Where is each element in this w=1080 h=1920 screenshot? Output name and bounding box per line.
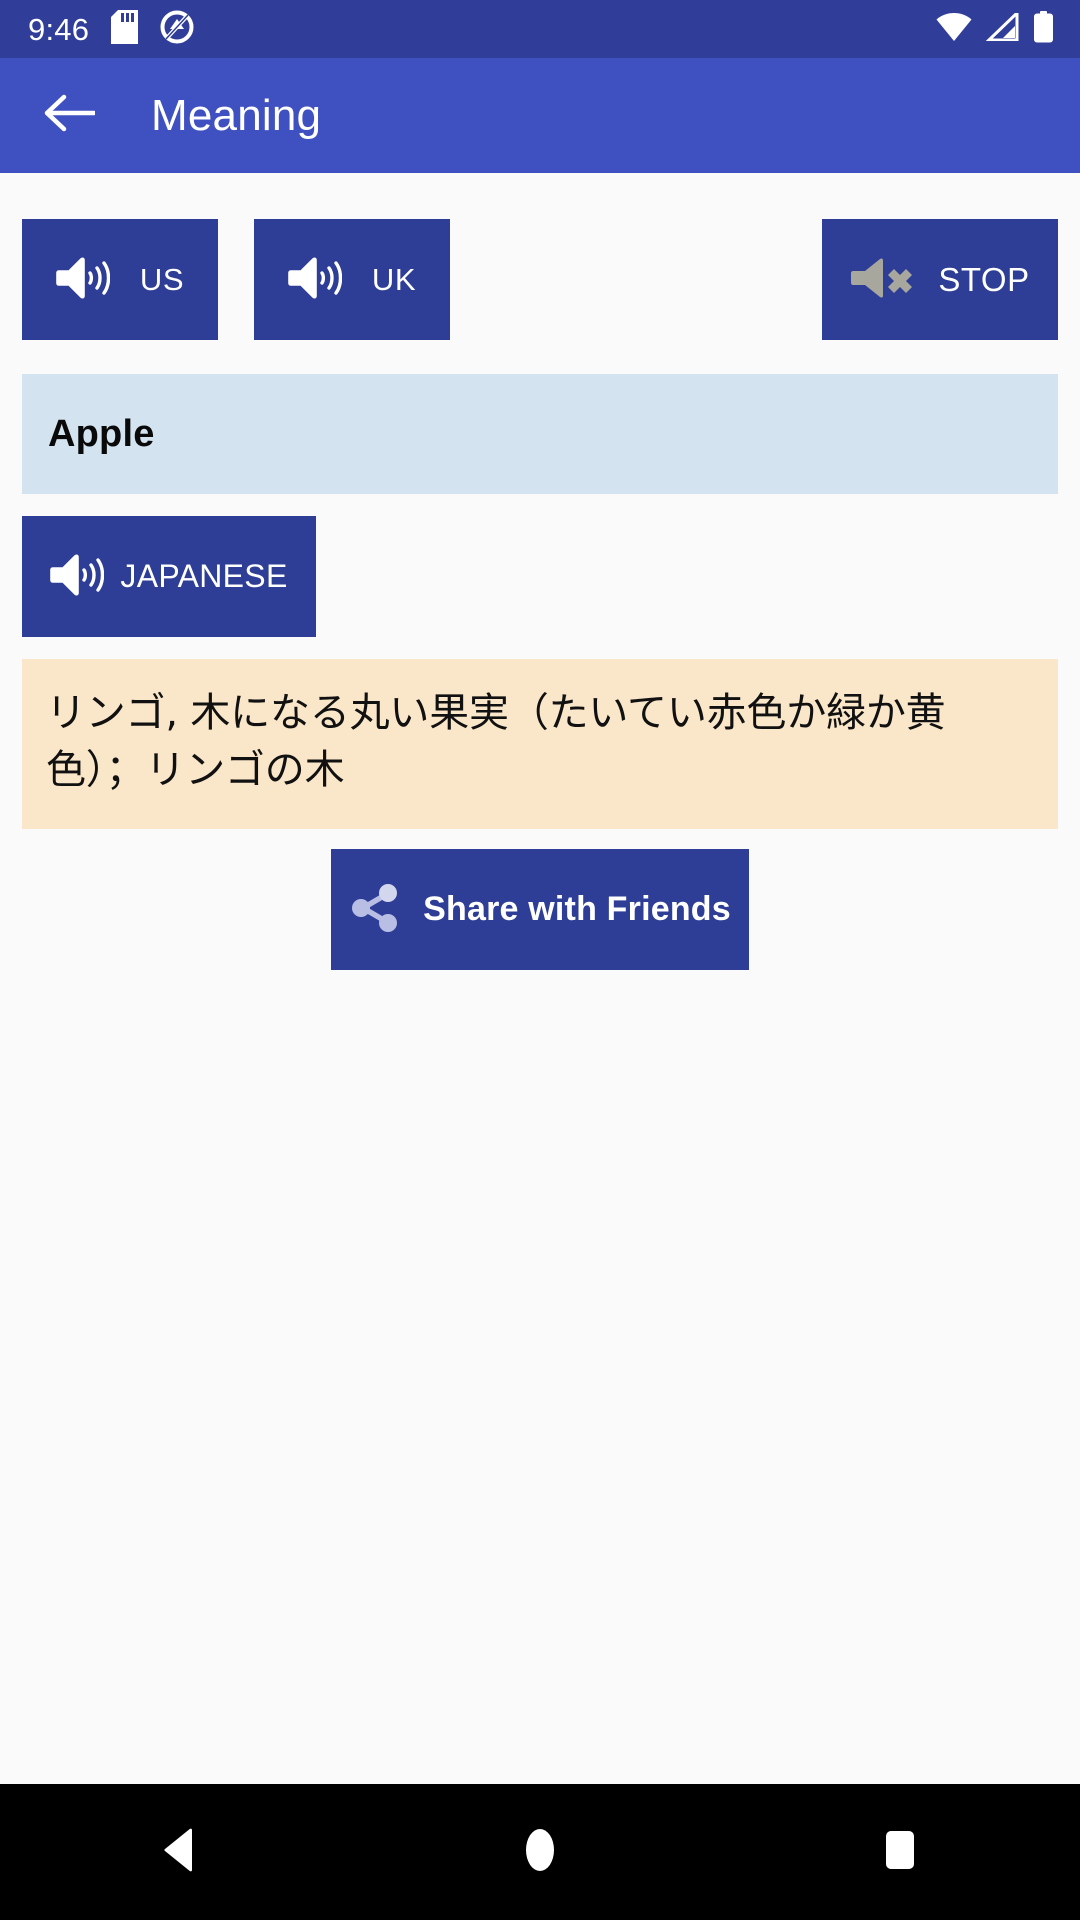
app-screen: 9:46 Meaning US UK STOP Apple JAPANESE リ… bbox=[0, 0, 1080, 1920]
back-triangle-icon bbox=[162, 1828, 198, 1877]
stop-button[interactable]: STOP bbox=[822, 219, 1058, 340]
sd-card-icon bbox=[111, 9, 139, 49]
cellular-signal-icon bbox=[985, 8, 1019, 46]
nav-back-button[interactable] bbox=[120, 1792, 240, 1912]
status-bar-left: 9:46 bbox=[28, 9, 194, 49]
back-arrow-icon bbox=[43, 93, 97, 138]
definition-box: リンゴ, 木になる丸い果実（たいてい赤色か緑か黄色）；リンゴの木 bbox=[22, 659, 1058, 829]
pronunciation-button-row: US UK STOP bbox=[22, 173, 1058, 340]
japanese-pronunciation-button[interactable]: JAPANESE bbox=[22, 516, 316, 637]
volume-mute-icon bbox=[850, 254, 924, 305]
back-button[interactable] bbox=[40, 87, 98, 145]
volume-up-icon bbox=[50, 551, 105, 602]
us-button-label: US bbox=[139, 261, 185, 297]
volume-up-icon bbox=[288, 254, 343, 305]
content-area: US UK STOP Apple JAPANESE リンゴ, 木になる丸い果実（… bbox=[0, 173, 1080, 1784]
status-bar-clock: 9:46 bbox=[28, 11, 90, 47]
nav-home-button[interactable] bbox=[480, 1792, 600, 1912]
status-bar: 9:46 bbox=[0, 0, 1080, 58]
uk-pronunciation-button[interactable]: UK bbox=[254, 219, 450, 340]
us-pronunciation-button[interactable]: US bbox=[22, 219, 218, 340]
share-button-label: Share with Friends bbox=[423, 889, 731, 928]
app-bar: Meaning bbox=[0, 58, 1080, 173]
status-bar-right bbox=[936, 8, 1054, 48]
nav-recents-button[interactable] bbox=[840, 1792, 960, 1912]
uk-button-label: UK bbox=[371, 261, 417, 297]
stop-button-label: STOP bbox=[938, 260, 1030, 298]
do-not-disturb-icon bbox=[160, 10, 194, 49]
share-with-friends-button[interactable]: Share with Friends bbox=[331, 848, 749, 970]
share-button-row: Share with Friends bbox=[22, 848, 1058, 970]
volume-up-icon bbox=[56, 254, 111, 305]
home-circle-icon bbox=[523, 1827, 557, 1878]
battery-icon bbox=[1033, 10, 1054, 48]
wifi-icon bbox=[936, 12, 972, 46]
recents-square-icon bbox=[881, 1827, 919, 1878]
share-nodes-icon bbox=[349, 882, 401, 937]
definition-text: リンゴ, 木になる丸い果実（たいてい赤色か緑か黄色）；リンゴの木 bbox=[46, 690, 946, 793]
page-title: Meaning bbox=[151, 90, 322, 140]
word-text: Apple bbox=[48, 412, 155, 455]
japanese-button-label: JAPANESE bbox=[120, 558, 288, 594]
word-display-box: Apple bbox=[22, 374, 1058, 494]
android-navigation-bar bbox=[0, 1784, 1080, 1920]
